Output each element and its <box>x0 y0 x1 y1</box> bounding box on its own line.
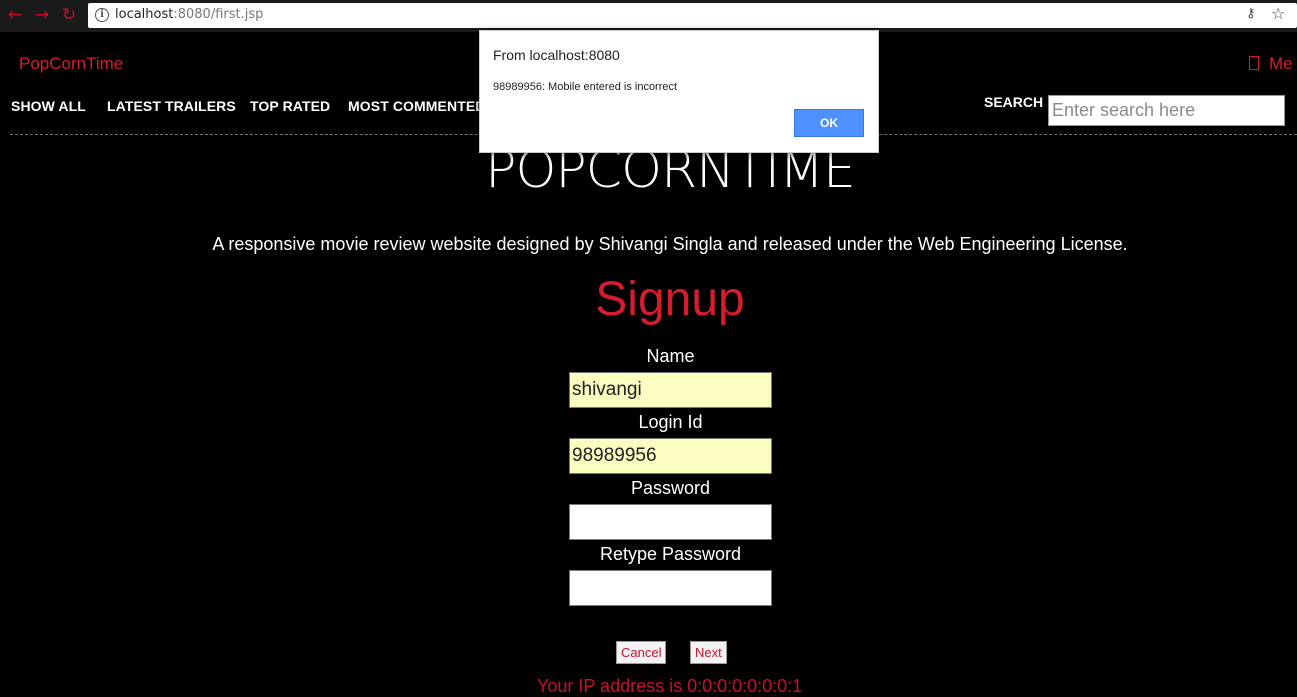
nav-top-rated[interactable]: TOP RATED <box>250 98 330 114</box>
cancel-button[interactable]: Cancel <box>616 641 667 664</box>
dialog-message: 98989956: Mobile entered is incorrect <box>493 81 678 93</box>
menu-icon <box>1249 56 1259 70</box>
signup-heading: Signup <box>595 273 745 326</box>
ok-button[interactable]: OK <box>794 109 864 137</box>
search-input[interactable] <box>1048 95 1285 126</box>
tagline: A responsive movie review website design… <box>212 234 1128 254</box>
nav-latest-trailers[interactable]: LATEST TRAILERS <box>107 98 236 114</box>
address-bar[interactable]: i localhost:8080/first.jsp ⚷ ☆ <box>88 3 1297 28</box>
nav-most-commented[interactable]: MOST COMMENTED <box>348 98 486 114</box>
next-button[interactable]: Next <box>690 641 727 664</box>
login-id-label: Login Id <box>638 412 703 432</box>
back-icon[interactable]: ← <box>5 5 25 25</box>
forward-icon[interactable]: → <box>32 5 52 25</box>
reload-icon[interactable]: ↻ <box>59 5 79 25</box>
alert-dialog: From localhost:8080 98989956: Mobile ent… <box>479 30 879 153</box>
name-label: Name <box>646 346 695 366</box>
nav-show-all[interactable]: SHOW ALL <box>11 98 86 114</box>
info-icon[interactable]: i <box>95 8 109 22</box>
menu-toggle[interactable]: Me <box>1249 54 1293 74</box>
dialog-title: From localhost:8080 <box>493 47 620 63</box>
url-text[interactable]: localhost:8080/first.jsp <box>115 7 263 22</box>
key-icon[interactable]: ⚷ <box>1246 6 1256 21</box>
site-brand[interactable]: PopCornTime <box>19 54 123 74</box>
password-label: Password <box>630 478 711 498</box>
bookmark-star-icon[interactable]: ☆ <box>1271 4 1285 23</box>
name-field[interactable] <box>569 372 772 408</box>
retype-password-label: Retype Password <box>599 544 742 564</box>
search-label: SEARCH <box>984 94 1044 110</box>
password-field[interactable] <box>569 504 772 540</box>
retype-password-field[interactable] <box>569 570 772 606</box>
browser-toolbar: ← → ↻ i localhost:8080/first.jsp ⚷ ☆ <box>0 0 1297 32</box>
login-id-field[interactable] <box>569 438 772 474</box>
